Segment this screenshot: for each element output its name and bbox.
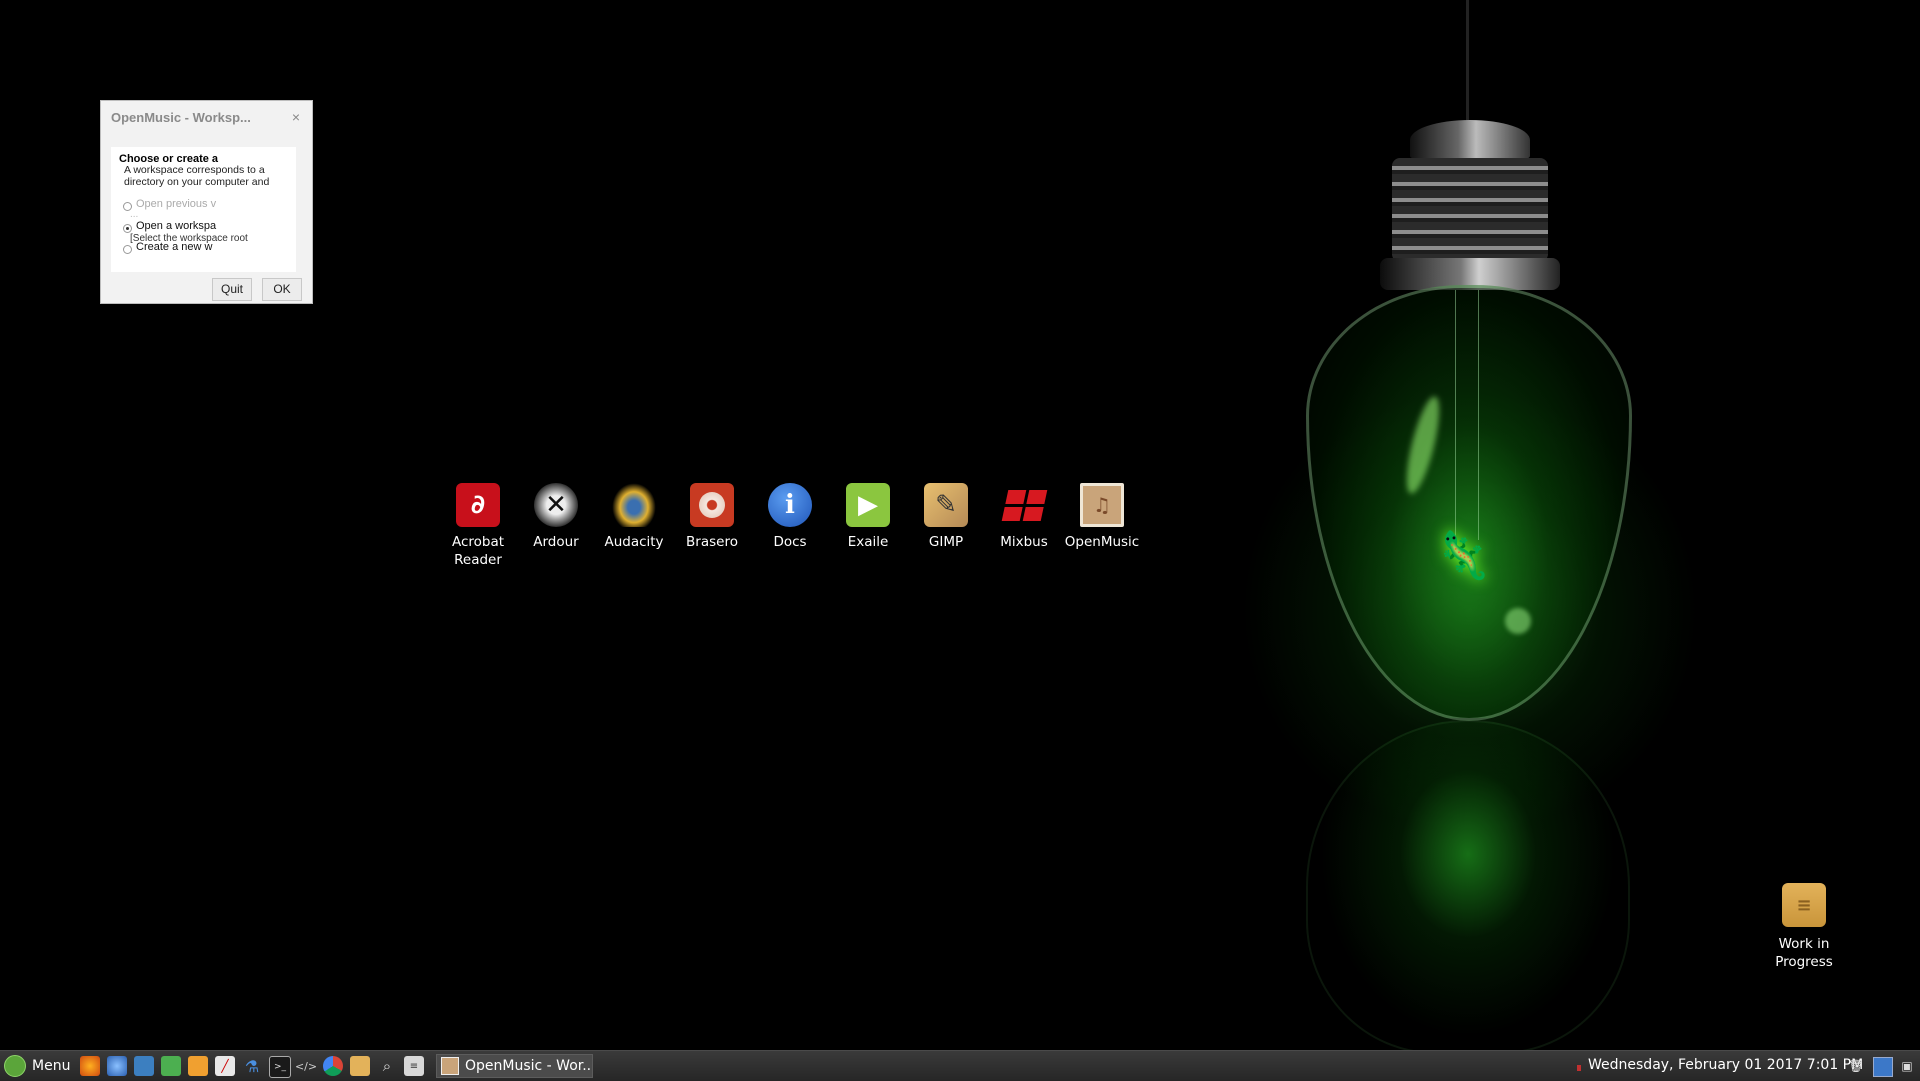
dialog-title: OpenMusic - Worksp... bbox=[111, 110, 251, 125]
desktop-icon-label: Work in Progress bbox=[1775, 936, 1833, 970]
bulb-reflection-dot bbox=[1505, 608, 1531, 634]
gecko-logo-icon: 🦎 bbox=[1434, 528, 1492, 582]
desktop-icon-openmusic[interactable]: ♫ OpenMusic bbox=[1062, 483, 1142, 551]
document-icon[interactable] bbox=[188, 1056, 208, 1076]
acrobat-icon: ∂ bbox=[456, 483, 500, 527]
option-open-workspace[interactable]: Open a workspa bbox=[136, 220, 216, 232]
display-icon[interactable] bbox=[1873, 1057, 1893, 1077]
files-icon[interactable] bbox=[134, 1056, 154, 1076]
desktop-icon-docs[interactable]: i Docs bbox=[750, 483, 830, 551]
audacity-icon bbox=[612, 483, 656, 527]
bulb-filament bbox=[1455, 290, 1479, 540]
ok-button[interactable]: OK bbox=[262, 278, 302, 301]
option-open-previous[interactable]: Open previous v bbox=[136, 198, 216, 210]
taskbar-window-openmusic[interactable]: OpenMusic - Wor... bbox=[436, 1054, 593, 1078]
search-tool-icon[interactable]: ⌕ bbox=[377, 1056, 397, 1076]
desktop-icon-label: Acrobat Reader bbox=[451, 534, 505, 568]
dialog-body: Choose or create a A workspace correspon… bbox=[111, 147, 296, 272]
folder-icon: ≡ bbox=[1782, 883, 1826, 927]
show-desktop-icon[interactable]: ▣ bbox=[1898, 1057, 1916, 1075]
desktop-icon-mixbus[interactable]: Mixbus bbox=[984, 483, 1064, 551]
folder-edit-icon[interactable] bbox=[350, 1056, 370, 1076]
openmusic-workspace-dialog: OpenMusic - Worksp... × Choose or create… bbox=[100, 100, 313, 304]
openmusic-window-icon bbox=[441, 1057, 459, 1075]
desktop-icon-label: Docs bbox=[773, 534, 807, 550]
desktop-icon-ardour[interactable]: ✕ Ardour bbox=[516, 483, 596, 551]
clock[interactable]: Wednesday, February 01 2017 7:01 PM bbox=[1588, 1057, 1863, 1073]
bulb-reflection bbox=[1306, 720, 1630, 1050]
firefox-icon[interactable] bbox=[80, 1056, 100, 1076]
desktop-icon-acrobat-reader[interactable]: ∂ Acrobat Reader bbox=[438, 483, 518, 569]
bulb-cap bbox=[1410, 120, 1530, 160]
desktop-icon-label: Mixbus bbox=[1000, 534, 1048, 550]
desktop-icon-gimp[interactable]: ✎ GIMP bbox=[906, 483, 986, 551]
terminal-icon[interactable]: >_ bbox=[269, 1056, 291, 1078]
radio-open-workspace[interactable] bbox=[123, 224, 132, 233]
thunderbird-icon[interactable] bbox=[107, 1056, 127, 1076]
code-icon[interactable]: </> bbox=[295, 1056, 317, 1076]
radio-create-workspace[interactable] bbox=[123, 245, 132, 254]
close-icon[interactable]: × bbox=[292, 109, 300, 125]
desktop-icon-label: GIMP bbox=[928, 534, 964, 550]
desktop-icon-audacity[interactable]: Audacity bbox=[594, 483, 674, 551]
desktop-icon-label: Ardour bbox=[533, 534, 579, 550]
brasero-icon bbox=[690, 483, 734, 527]
dialog-description: A workspace corresponds to a directory o… bbox=[124, 164, 270, 188]
desktop-icon-brasero[interactable]: Brasero bbox=[672, 483, 752, 551]
spreadsheet-icon[interactable] bbox=[161, 1056, 181, 1076]
calculator-icon[interactable]: ≡ bbox=[404, 1056, 424, 1076]
taskbar: Menu ╱ ⚗ >_ </> ⌕ ≡ OpenMusic - Wor... W… bbox=[0, 1050, 1920, 1081]
desktop-icon-label: Brasero bbox=[686, 534, 738, 550]
editor-icon[interactable]: ╱ bbox=[215, 1056, 235, 1076]
desktop-icon-exaile[interactable]: ▶ Exaile bbox=[828, 483, 908, 551]
mixbus-icon bbox=[1001, 483, 1047, 527]
quit-button[interactable]: Quit bbox=[212, 278, 252, 301]
bulb-socket bbox=[1392, 158, 1548, 262]
desktop-folder-work-in-progress[interactable]: ≡ Work in Progress bbox=[1764, 883, 1844, 971]
desktop-icon-label: OpenMusic bbox=[1064, 534, 1140, 550]
notification-mark-icon bbox=[1577, 1065, 1581, 1071]
menu-label: Menu bbox=[32, 1058, 71, 1074]
option-open-previous-sub: ... bbox=[130, 209, 139, 220]
play-icon: ▶ bbox=[846, 483, 890, 527]
bulb-wire bbox=[1466, 0, 1469, 125]
trash-icon[interactable]: 🗑 bbox=[1847, 1057, 1865, 1075]
mint-logo-icon bbox=[4, 1055, 26, 1077]
flask-icon[interactable]: ⚗ bbox=[242, 1056, 262, 1076]
ardour-icon: ✕ bbox=[534, 483, 578, 527]
gimp-icon: ✎ bbox=[924, 483, 968, 527]
openmusic-icon: ♫ bbox=[1080, 483, 1124, 527]
menu-button[interactable]: Menu bbox=[4, 1055, 70, 1077]
option-create-workspace[interactable]: Create a new w bbox=[136, 241, 212, 253]
taskbar-window-label: OpenMusic - Wor... bbox=[465, 1058, 593, 1074]
desktop-icon-label: Exaile bbox=[847, 534, 889, 550]
chrome-icon[interactable] bbox=[323, 1056, 343, 1076]
info-icon: i bbox=[768, 483, 812, 527]
desktop-icon-label: Audacity bbox=[604, 534, 664, 550]
